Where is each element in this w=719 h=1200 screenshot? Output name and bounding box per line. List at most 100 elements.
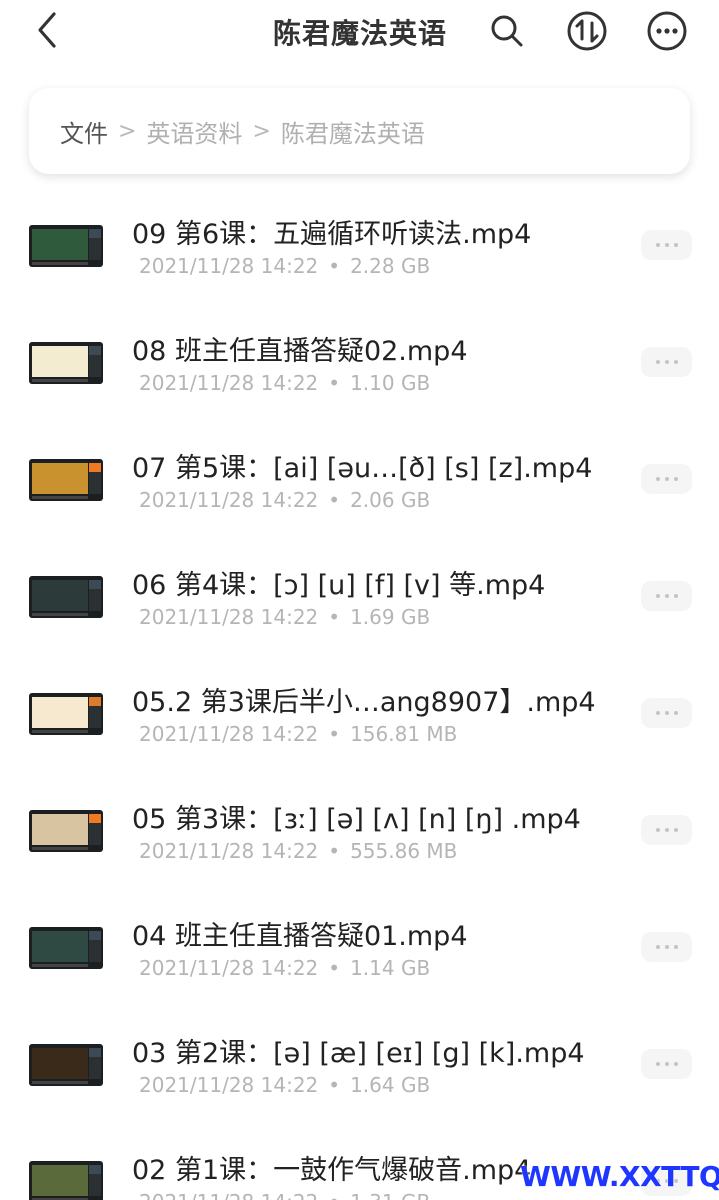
meta-separator-dot: • bbox=[328, 1190, 340, 1200]
thumbnail-sidebar bbox=[89, 1165, 101, 1196]
file-date: 2021/11/28 14:22 bbox=[139, 956, 319, 980]
sort-button[interactable] bbox=[564, 8, 610, 54]
file-size: 1.69 GB bbox=[350, 605, 431, 629]
more-dot bbox=[664, 1062, 669, 1066]
meta-separator-dot: • bbox=[328, 956, 341, 980]
file-more-button[interactable] bbox=[641, 230, 692, 260]
file-name: 08 班主任直播答疑02.mp4 bbox=[132, 336, 468, 367]
breadcrumb-item-english-materials[interactable]: 英语资料 bbox=[146, 114, 242, 149]
more-dot bbox=[673, 711, 678, 715]
more-dot bbox=[664, 360, 669, 364]
file-size: 2.28 GB bbox=[350, 254, 431, 278]
file-size: 1.64 GB bbox=[350, 1073, 431, 1097]
breadcrumb-item-files[interactable]: 文件 bbox=[60, 114, 108, 149]
file-row[interactable]: 04 班主任直播答疑01.mp4 2021/11/28 14:22 • 1.14 G… bbox=[0, 888, 719, 1005]
file-date: 2021/11/28 14:22 bbox=[139, 605, 319, 629]
back-button[interactable] bbox=[24, 6, 72, 54]
more-dot bbox=[673, 477, 678, 481]
more-dot bbox=[664, 711, 669, 715]
more-dot bbox=[673, 828, 678, 832]
file-name: 02 第1课：一鼓作气爆破音.mp4 bbox=[132, 1155, 532, 1186]
thumbnail-accent bbox=[89, 580, 101, 589]
watermark-text: WWW.XXTTQ.COM bbox=[520, 1160, 719, 1193]
file-meta: 2021/11/28 14:22 • 156.81 MB bbox=[139, 722, 457, 746]
more-dot bbox=[655, 594, 660, 598]
video-thumbnail bbox=[29, 693, 103, 735]
file-more-button[interactable] bbox=[641, 347, 692, 377]
file-more-button[interactable] bbox=[641, 698, 692, 728]
file-size: 2.06 GB bbox=[350, 488, 431, 512]
breadcrumb: 文件 > 英语资料 > 陈君魔法英语 bbox=[29, 88, 690, 174]
meta-separator-dot: • bbox=[328, 722, 341, 746]
sort-icon bbox=[567, 11, 607, 51]
more-dot bbox=[664, 594, 669, 598]
file-browser-screen: 陈君魔法英语 文件 > 英语资料 > 陈君魔法英语 09 第6课：五遍循环听读法… bbox=[0, 0, 719, 1200]
thumbnail-accent bbox=[89, 931, 101, 940]
more-dot bbox=[673, 1062, 678, 1066]
file-meta: 2021/11/28 14:22 • 2.28 GB bbox=[139, 254, 430, 278]
file-more-button[interactable] bbox=[641, 1049, 692, 1079]
file-date: 2021/11/28 14:22 bbox=[139, 254, 319, 278]
file-row[interactable]: 05.2 第3课后半小…ang8907】.mp4 2021/11/28 14:2… bbox=[0, 654, 719, 771]
more-dot bbox=[655, 1062, 660, 1066]
file-meta: 2021/11/28 14:22 • 1.64 GB bbox=[139, 1073, 430, 1097]
file-more-button[interactable] bbox=[641, 932, 692, 962]
meta-separator-dot: • bbox=[328, 839, 341, 863]
thumbnail-screen bbox=[32, 697, 88, 728]
video-thumbnail bbox=[29, 1044, 103, 1086]
thumbnail-sidebar bbox=[89, 931, 101, 962]
file-row[interactable]: 08 班主任直播答疑02.mp4 2021/11/28 14:22 • 1.10 G… bbox=[0, 303, 719, 420]
file-size: 156.81 MB bbox=[350, 722, 458, 746]
thumbnail-accent bbox=[89, 346, 101, 355]
file-size: 1.10 GB bbox=[350, 371, 431, 395]
video-thumbnail bbox=[29, 225, 103, 267]
search-icon bbox=[491, 15, 523, 47]
file-meta: 2021/11/28 14:22 • 2.06 GB bbox=[139, 488, 430, 512]
file-size: 1.14 GB bbox=[350, 956, 431, 980]
file-row[interactable]: 03 第2课：[ə] [æ] [eɪ] [g] [k].mp4 2021/11/… bbox=[0, 1005, 719, 1122]
file-row[interactable]: 06 第4课：[ɔ] [u] [f] [v] 等.mp4 2021/11/28 … bbox=[0, 537, 719, 654]
thumbnail-progress-bar bbox=[32, 847, 88, 850]
thumbnail-screen bbox=[32, 931, 88, 962]
thumbnail-sidebar bbox=[89, 463, 101, 494]
more-dot bbox=[664, 828, 669, 832]
thumbnail-screen bbox=[32, 463, 88, 494]
file-date: 2021/11/28 14:22 bbox=[139, 488, 319, 512]
file-row[interactable]: 05 第3课：[ɜː] [ə] [ʌ] [n] [ŋ] .mp4 2021/11… bbox=[0, 771, 719, 888]
top-bar: 陈君魔法英语 bbox=[0, 0, 719, 64]
more-dot bbox=[655, 828, 660, 832]
thumbnail-progress-bar bbox=[32, 1081, 88, 1084]
thumbnail-sidebar bbox=[89, 229, 101, 260]
file-more-button[interactable] bbox=[641, 464, 692, 494]
video-thumbnail bbox=[29, 927, 103, 969]
search-button[interactable] bbox=[484, 8, 530, 54]
meta-separator-dot: • bbox=[328, 605, 341, 629]
file-meta: 2021/11/28 14:22 • 1.10 GB bbox=[139, 371, 430, 395]
file-date: 2021/11/28 14:22 bbox=[139, 722, 319, 746]
video-thumbnail bbox=[29, 1161, 103, 1200]
file-name: 09 第6课：五遍循环听读法.mp4 bbox=[132, 219, 532, 250]
thumbnail-accent bbox=[89, 229, 101, 238]
more-dot bbox=[673, 360, 678, 364]
thumbnail-progress-bar bbox=[32, 496, 88, 499]
more-dot bbox=[655, 360, 660, 364]
more-dot bbox=[655, 711, 660, 715]
video-thumbnail bbox=[29, 342, 103, 384]
breadcrumb-separator: > bbox=[252, 118, 271, 144]
more-options-button[interactable] bbox=[644, 8, 690, 54]
file-list: 09 第6课：五遍循环听读法.mp4 2021/11/28 14:22 • 2.28… bbox=[0, 186, 719, 1200]
file-name: 03 第2课：[ə] [æ] [eɪ] [g] [k].mp4 bbox=[132, 1038, 585, 1069]
file-row[interactable]: 07 第5课：[ai] [əu…[ð] [s] [z].mp4 2021/11/… bbox=[0, 420, 719, 537]
more-dot bbox=[673, 594, 678, 598]
meta-separator-dot: • bbox=[328, 488, 341, 512]
thumbnail-screen bbox=[32, 1165, 88, 1196]
file-meta: 2021/11/28 14:22 • 1.14 GB bbox=[139, 956, 430, 980]
thumbnail-progress-bar bbox=[32, 262, 88, 265]
thumbnail-sidebar bbox=[89, 697, 101, 728]
file-row[interactable]: 09 第6课：五遍循环听读法.mp4 2021/11/28 14:22 • 2.28… bbox=[0, 186, 719, 303]
thumbnail-progress-bar bbox=[32, 379, 88, 382]
file-more-button[interactable] bbox=[641, 815, 692, 845]
file-size: 555.86 MB bbox=[350, 839, 458, 863]
file-more-button[interactable] bbox=[641, 581, 692, 611]
file-size: 1.31 GB bbox=[350, 1190, 430, 1200]
